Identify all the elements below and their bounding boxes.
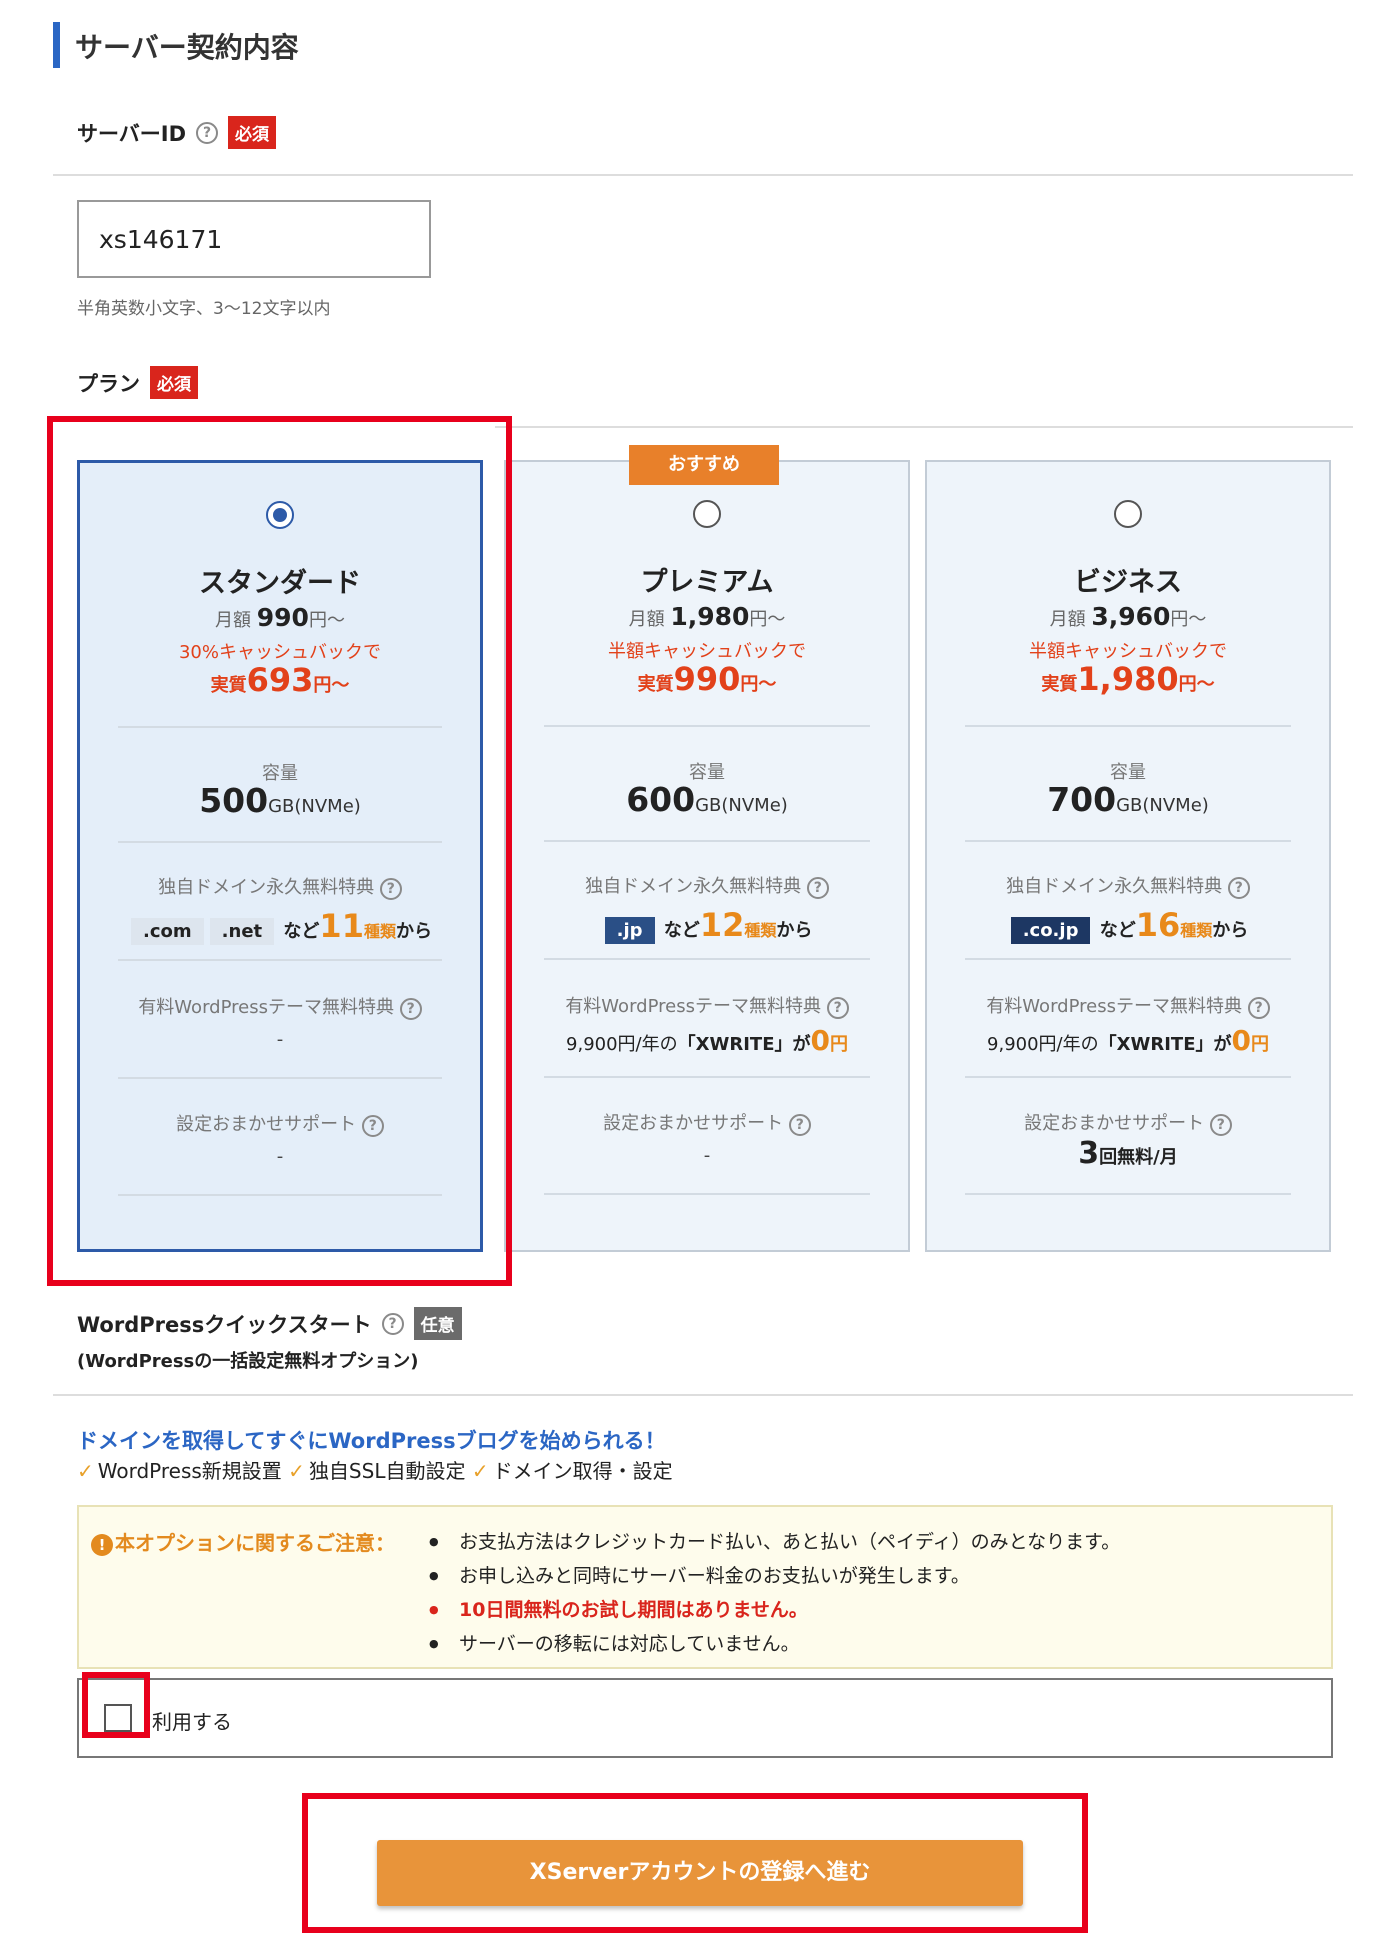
- server-id-label: サーバーID: [77, 121, 187, 146]
- plan-price: 月額 3,960円〜: [1049, 602, 1207, 631]
- highlight-box-checkbox: [82, 1672, 150, 1738]
- plan-card-premium[interactable]: プレミアム 月額 1,980円〜 半額キャッシュバックで 実質990円〜 容量 …: [504, 460, 910, 1252]
- server-id-hint: 半角英数小文字、3〜12文字以内: [77, 299, 331, 319]
- card-divider: [965, 958, 1291, 960]
- help-icon[interactable]: ?: [196, 121, 219, 144]
- tld-badge: .jp: [604, 917, 655, 944]
- required-badge: 必須: [150, 366, 198, 399]
- domain-benefit: .jp など12種類から: [506, 906, 908, 944]
- domain-benefit: .co.jp など16種類から: [927, 906, 1329, 944]
- wp-quickstart-title: WordPressクイックスタート: [77, 1312, 372, 1337]
- capacity-value: 700GB(NVMe): [1047, 780, 1209, 819]
- recommended-badge: おすすめ: [629, 445, 779, 485]
- required-badge: 必須: [228, 116, 277, 149]
- help-icon[interactable]: ?: [1247, 997, 1270, 1019]
- notice-item: お申し込みと同時にサーバー料金のお支払いが発生します。: [429, 1559, 1120, 1593]
- help-icon[interactable]: ?: [381, 1312, 404, 1335]
- section-title: サーバー契約内容: [75, 31, 299, 64]
- help-icon[interactable]: ?: [806, 877, 829, 899]
- plan-price: 月額 1,980円〜: [628, 602, 786, 631]
- plan-real-price: 実質990円〜: [637, 660, 777, 698]
- support-label-row: 設定おまかせサポート ?: [927, 1109, 1329, 1136]
- card-divider: [544, 958, 870, 960]
- optional-badge: 任意: [413, 1307, 462, 1340]
- highlight-box-submit: [302, 1793, 1088, 1933]
- check-icon: ✓: [288, 1459, 305, 1483]
- plan-card-business[interactable]: ビジネス 月額 3,960円〜 半額キャッシュバックで 実質1,980円〜 容量…: [925, 460, 1331, 1252]
- tld-badge: .co.jp: [1010, 917, 1091, 944]
- plan-real-price: 実質1,980円〜: [1041, 660, 1215, 698]
- notice-item: サーバーの移転には対応していません。: [429, 1627, 1120, 1661]
- server-id-label-row: サーバーID ? 必須: [77, 116, 277, 149]
- card-divider: [544, 1076, 870, 1078]
- check-icon: ✓: [77, 1459, 94, 1483]
- domain-label-row: 独自ドメイン永久無料特典 ?: [927, 872, 1329, 899]
- card-divider: [965, 840, 1291, 842]
- use-option-row[interactable]: 利用する: [77, 1678, 1333, 1758]
- capacity-value: 600GB(NVMe): [626, 780, 788, 819]
- use-option-label[interactable]: 利用する: [152, 1706, 232, 1735]
- wp-quickstart-label-row: WordPressクイックスタート ? 任意: [77, 1307, 462, 1340]
- support-value: 3回無料/月: [1078, 1136, 1178, 1171]
- divider: [495, 426, 1353, 428]
- support-value: -: [703, 1145, 711, 1166]
- support-label-row: 設定おまかせサポート ?: [506, 1109, 908, 1136]
- notice-box: !本オプションに関するご注意： お支払方法はクレジットカード払い、あと払い（ペイ…: [77, 1505, 1333, 1669]
- wp-feature-list: ✓ WordPress新規設置 ✓ 独自SSL自動設定 ✓ ドメイン取得・設定: [77, 1455, 673, 1484]
- feature-item: WordPress新規設置: [97, 1459, 282, 1483]
- theme-label-row: 有料WordPressテーマ無料特典 ?: [506, 992, 908, 1019]
- notice-list: お支払方法はクレジットカード払い、あと払い（ペイディ）のみとなります。 お申し込…: [429, 1525, 1120, 1661]
- help-icon[interactable]: ?: [826, 997, 849, 1019]
- check-icon: ✓: [471, 1459, 489, 1483]
- warning-icon: !: [91, 1534, 113, 1556]
- plan-label: プラン: [77, 371, 140, 396]
- wp-quickstart-subtitle: (WordPressの一括設定無料オプション): [77, 1351, 419, 1372]
- plan-label-row: プラン 必須: [77, 366, 198, 399]
- theme-value: 9,900円/年の「XWRITE」が0円: [566, 1024, 848, 1057]
- notice-item: 10日間無料のお試し期間はありません。: [429, 1593, 1120, 1627]
- notice-item: お支払方法はクレジットカード払い、あと払い（ペイディ）のみとなります。: [429, 1525, 1120, 1559]
- divider: [53, 1394, 1353, 1396]
- feature-item: ドメイン取得・設定: [492, 1459, 673, 1483]
- card-divider: [544, 840, 870, 842]
- card-divider: [965, 1193, 1291, 1195]
- domain-label-row: 独自ドメイン永久無料特典 ?: [506, 872, 908, 899]
- plan-name: ビジネス: [1074, 567, 1182, 598]
- card-divider: [965, 1076, 1291, 1078]
- notice-title: ! 本オプションに関するご注意：: [91, 1527, 395, 1556]
- theme-value: 9,900円/年の「XWRITE」が0円: [987, 1024, 1269, 1057]
- card-divider: [544, 1193, 870, 1195]
- server-id-input[interactable]: [77, 200, 431, 278]
- plan-radio-business[interactable]: [1114, 500, 1142, 528]
- plan-name: プレミアム: [640, 567, 774, 598]
- section-accent-bar: [53, 22, 60, 68]
- help-icon[interactable]: ?: [788, 1114, 811, 1136]
- card-divider: [544, 725, 870, 727]
- highlight-box-standard: [47, 416, 512, 1286]
- feature-item: 独自SSL自動設定: [308, 1459, 466, 1483]
- plan-radio-premium[interactable]: [693, 500, 721, 528]
- help-icon[interactable]: ?: [1209, 1114, 1232, 1136]
- theme-label-row: 有料WordPressテーマ無料特典 ?: [927, 992, 1329, 1019]
- help-icon[interactable]: ?: [1227, 877, 1250, 899]
- divider: [53, 174, 1353, 176]
- card-divider: [965, 725, 1291, 727]
- wp-promo-text: ドメインを取得してすぐにWordPressブログを始められる！: [77, 1429, 666, 1453]
